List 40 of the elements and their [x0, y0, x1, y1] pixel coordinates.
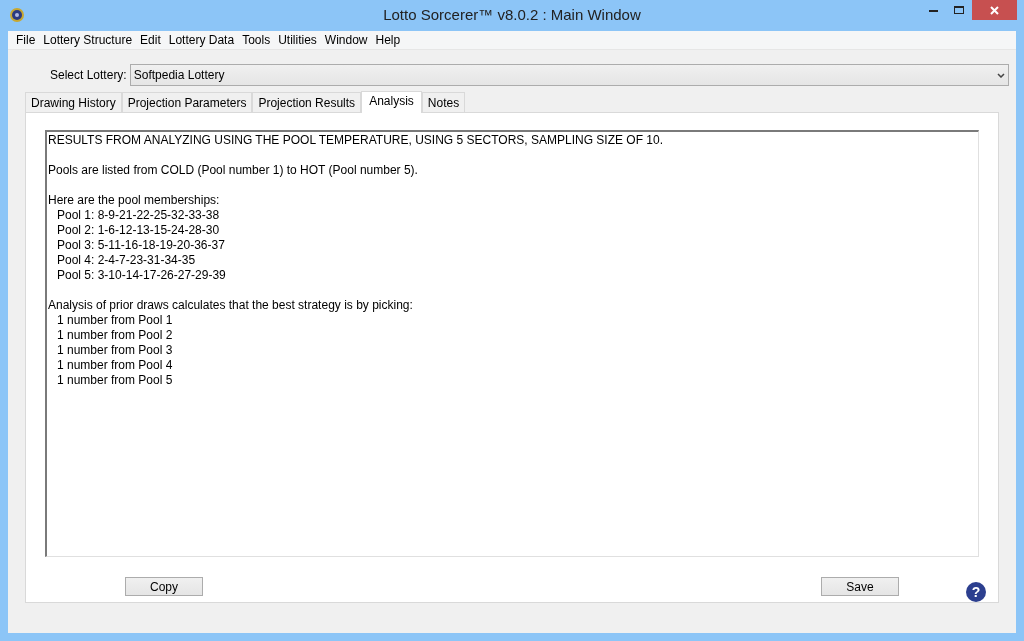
select-lottery-label: Select Lottery: — [50, 67, 127, 84]
menu-item[interactable]: Lottery Structure — [39, 31, 137, 49]
memberships-heading: Here are the pool memberships: — [48, 193, 221, 208]
menu-item[interactable]: Window — [320, 31, 372, 49]
menu-item[interactable]: Help — [371, 31, 405, 49]
minimize-icon — [928, 8, 938, 12]
app-logo-icon — [9, 7, 25, 23]
strategy-heading: Analysis of prior draws calculates that the best strategy is by picking: — [48, 298, 414, 313]
tab[interactable]: Drawing History — [25, 92, 122, 112]
strategy-pick: 1 number from Pool 3 — [56, 343, 174, 358]
tab[interactable]: Projection Parameters — [121, 92, 253, 112]
menu-item[interactable]: File — [12, 31, 40, 49]
close-icon — [990, 5, 999, 15]
help-button[interactable]: ? — [966, 582, 986, 602]
menu-item[interactable]: Tools — [238, 31, 275, 49]
pool-membership: Pool 4: 2-4-7-23-31-34-35 — [56, 253, 197, 268]
strategy-pick: 1 number from Pool 2 — [56, 328, 174, 343]
window-title: Lotto Sorcerer™ v8.0.2 : Main Window — [383, 5, 641, 26]
tab[interactable]: Analysis — [361, 91, 422, 113]
pool-membership: Pool 3: 5-11-16-18-19-20-36-37 — [56, 238, 226, 253]
save-button[interactable]: Save — [821, 576, 899, 596]
pool-membership: Pool 2: 1-6-12-13-15-24-28-30 — [56, 223, 221, 238]
strategy-pick: 1 number from Pool 4 — [56, 358, 174, 373]
tab[interactable]: Projection Results — [252, 92, 362, 112]
strategy-pick: 1 number from Pool 5 — [56, 373, 174, 388]
pool-order-note: Pools are listed from COLD (Pool number 1) to HOT (Pool number 5). — [48, 163, 419, 178]
pool-membership: Pool 5: 3-10-14-17-26-27-29-39 — [56, 268, 227, 283]
copy-button[interactable]: Copy — [125, 576, 203, 596]
menu-item[interactable]: Lottery Data — [164, 31, 239, 49]
analysis-text-area[interactable] — [45, 130, 979, 557]
menu-item[interactable]: Utilities — [274, 31, 321, 49]
chevron-down-icon — [997, 72, 1005, 78]
results-heading: RESULTS FROM ANALYZING USING THE POOL TEMPERATURE, USING 5 SECTORS, SAMPLING SIZE OF 10. — [48, 133, 664, 148]
menu-item[interactable]: Edit — [136, 31, 165, 49]
strategy-pick: 1 number from Pool 1 — [56, 313, 174, 328]
tab[interactable]: Notes — [421, 92, 466, 112]
maximize-icon — [954, 6, 964, 14]
lottery-dropdown[interactable]: Softpedia Lottery — [129, 64, 1009, 86]
pool-membership: Pool 1: 8-9-21-22-25-32-33-38 — [56, 208, 221, 223]
close-button[interactable] — [972, 0, 1017, 20]
